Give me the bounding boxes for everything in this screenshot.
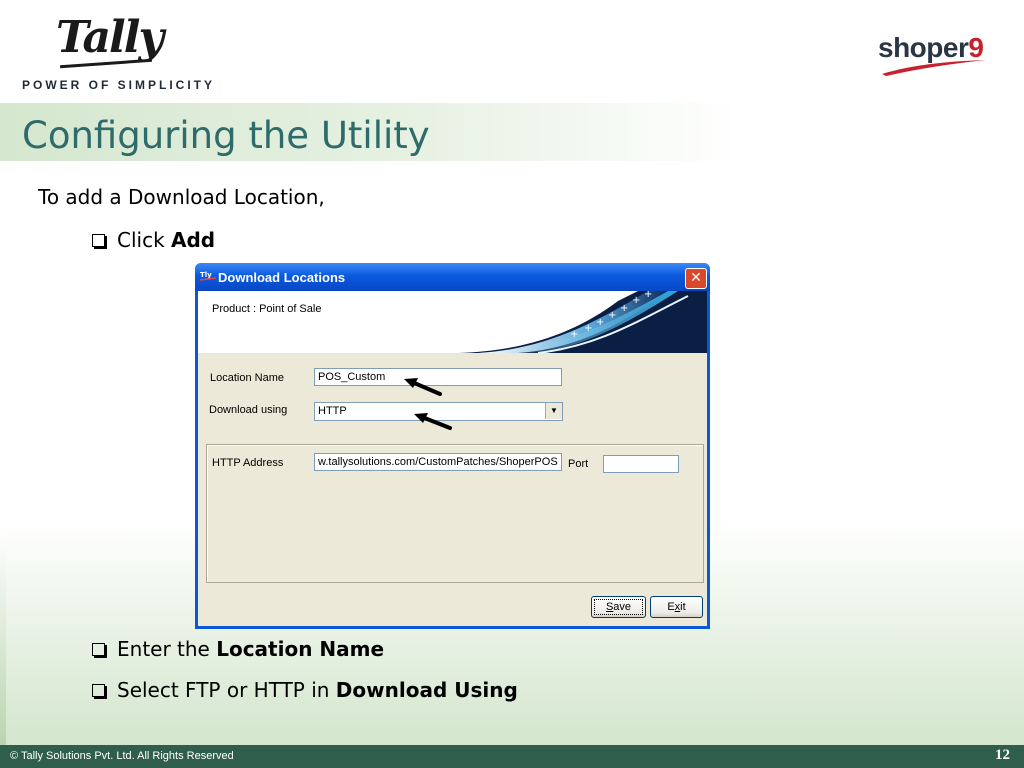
page-number: 12 bbox=[995, 747, 1010, 763]
bullet-enter-location-name: Enter the Location Name bbox=[92, 637, 384, 661]
http-settings-group: HTTP Address w.tallysolutions.com/Custom… bbox=[206, 444, 704, 583]
http-address-input[interactable]: w.tallysolutions.com/CustomPatches/Shope… bbox=[314, 453, 562, 471]
checkbox-bullet-icon bbox=[92, 233, 105, 247]
bullet-bold: Download Using bbox=[335, 678, 518, 702]
bullet-select-ftp-http: Select FTP or HTTP in Download Using bbox=[92, 678, 518, 702]
svg-text:+: + bbox=[584, 323, 592, 334]
save-label: ave bbox=[613, 601, 632, 613]
download-locations-dialog: Tly Download Locations ✕ Product : Point… bbox=[195, 263, 710, 629]
copyright-text: © Tally Solutions Pvt. Ltd. All Rights R… bbox=[10, 750, 234, 762]
arrow-pointer-icon bbox=[414, 413, 452, 430]
svg-text:Tly: Tly bbox=[200, 271, 212, 279]
location-name-value: POS_Custom bbox=[318, 371, 386, 383]
exit-label-end: it bbox=[680, 601, 686, 613]
port-input[interactable] bbox=[603, 455, 679, 473]
arrow-pointer-icon bbox=[404, 378, 442, 396]
dialog-client-area: Product : Point of Sale + + + + + + + Lo… bbox=[198, 291, 707, 626]
http-address-value: w.tallysolutions.com/CustomPatches/Shope… bbox=[318, 456, 558, 468]
dialog-banner: Product : Point of Sale + + + + + + + bbox=[198, 291, 707, 353]
download-using-label: Download using bbox=[209, 404, 288, 416]
http-address-label: HTTP Address bbox=[212, 457, 284, 469]
tally-app-icon: Tly bbox=[200, 271, 216, 281]
port-label: Port bbox=[568, 458, 589, 470]
svg-text:+: + bbox=[620, 303, 628, 314]
close-icon: ✕ bbox=[690, 270, 702, 286]
download-using-value: HTTP bbox=[318, 405, 347, 417]
svg-text:+: + bbox=[632, 295, 640, 306]
save-button[interactable]: Save bbox=[591, 596, 646, 618]
slide-title: Configuring the Utility bbox=[22, 114, 430, 157]
dialog-title: Download Locations bbox=[218, 270, 346, 285]
footer-bar: © Tally Solutions Pvt. Ltd. All Rights R… bbox=[0, 745, 1024, 768]
banner-wave-graphic: + + + + + + + bbox=[458, 291, 707, 353]
checkbox-bullet-icon bbox=[92, 642, 105, 656]
bullet-click-add: Click Add bbox=[92, 228, 215, 252]
close-button[interactable]: ✕ bbox=[685, 268, 707, 289]
tally-logo: Tally bbox=[56, 12, 164, 63]
svg-text:+: + bbox=[608, 310, 616, 321]
left-accent-bar bbox=[0, 530, 6, 745]
dialog-titlebar[interactable]: Tly Download Locations ✕ bbox=[195, 263, 710, 291]
svg-text:+: + bbox=[644, 291, 652, 300]
intro-text: To add a Download Location, bbox=[38, 185, 325, 209]
bullet-prefix: Select FTP or HTTP in bbox=[117, 678, 336, 702]
svg-text:+: + bbox=[596, 317, 604, 328]
bullet-bold: Add bbox=[171, 228, 216, 252]
svg-text:+: + bbox=[570, 329, 578, 340]
bullet-bold: Location Name bbox=[216, 637, 385, 661]
chevron-down-icon[interactable]: ▼ bbox=[545, 403, 562, 419]
checkbox-bullet-icon bbox=[92, 683, 105, 697]
bullet-prefix: Enter the bbox=[117, 637, 217, 661]
shoper-swoosh-icon bbox=[882, 60, 986, 76]
tally-tagline: POWER OF SIMPLICITY bbox=[22, 78, 216, 92]
location-name-label: Location Name bbox=[210, 372, 284, 384]
exit-button[interactable]: Exit bbox=[650, 596, 703, 618]
bullet-prefix: Click bbox=[117, 228, 172, 252]
exit-label-start: E bbox=[667, 601, 675, 613]
